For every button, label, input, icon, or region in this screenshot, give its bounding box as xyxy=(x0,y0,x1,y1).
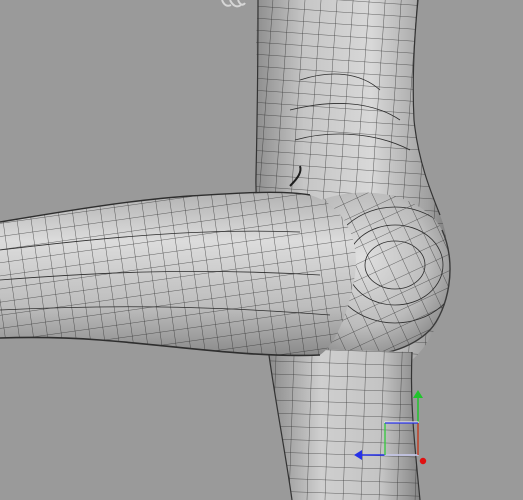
hand-fingers xyxy=(221,0,246,8)
3d-viewport[interactable] xyxy=(0,0,523,500)
arm-mesh[interactable] xyxy=(0,165,370,370)
leg-mesh[interactable] xyxy=(260,340,430,500)
viewport-canvas[interactable] xyxy=(0,0,523,500)
